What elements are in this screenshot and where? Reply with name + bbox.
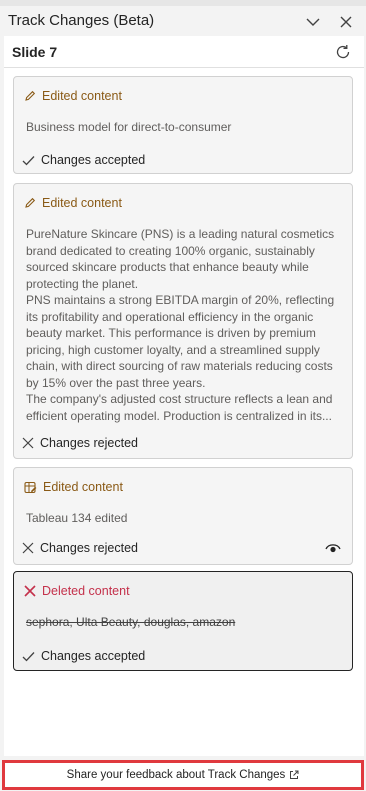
card-body: Tableau 134 edited	[26, 510, 346, 527]
track-changes-panel: Slide 7 Edited content Business model fo…	[4, 36, 364, 756]
card-body: PureNature Skincare (PNS) is a leading n…	[26, 226, 346, 424]
pane-title: Track Changes (Beta)	[8, 12, 155, 29]
card-status: Changes rejected	[22, 436, 138, 450]
eye-icon[interactable]	[324, 541, 342, 555]
change-card[interactable]: Edited content Tableau 134 edited Change…	[13, 467, 353, 565]
card-status-label: Changes accepted	[41, 153, 146, 167]
card-status-label: Changes rejected	[40, 541, 138, 555]
card-status-label: Changes rejected	[40, 436, 138, 450]
card-type-label: Edited content	[42, 196, 122, 210]
chevron-down-icon[interactable]	[303, 12, 323, 32]
card-status: Changes accepted	[22, 153, 145, 167]
pencil-icon	[25, 90, 36, 101]
card-type: Edited content	[24, 89, 122, 103]
card-body-text: Business model for direct-to-consumer	[26, 120, 232, 134]
change-card[interactable]: Edited content Business model for direct…	[13, 76, 353, 174]
dismiss-icon	[22, 542, 34, 554]
card-body: sephora, Ulta Beauty, douglas, amazon	[26, 614, 346, 631]
card-body-text: sephora, Ulta Beauty, douglas, amazon	[26, 615, 236, 629]
refresh-icon[interactable]	[334, 43, 352, 61]
card-type: Deleted content	[24, 584, 130, 598]
pane-header: Track Changes (Beta)	[0, 6, 366, 36]
change-card[interactable]: Deleted content sephora, Ulta Beauty, do…	[13, 571, 353, 671]
card-status-label: Changes accepted	[41, 649, 146, 663]
card-status: Changes accepted	[22, 649, 145, 663]
slide-header: Slide 7	[4, 36, 364, 68]
close-icon[interactable]	[336, 12, 356, 32]
dismiss-icon	[22, 437, 34, 449]
checkmark-icon	[22, 155, 35, 165]
pane-footer: Share your feedback about Track Changes	[0, 758, 366, 791]
card-type-label: Edited content	[42, 89, 122, 103]
feedback-label: Share your feedback about Track Changes	[66, 769, 286, 781]
card-body-paragraph: PureNature Skincare (PNS) is a leading n…	[26, 227, 335, 291]
feedback-link[interactable]: Share your feedback about Track Changes	[67, 769, 300, 781]
card-status: Changes rejected	[22, 541, 138, 555]
card-type-label: Deleted content	[42, 584, 130, 598]
card-body-paragraph: PNS maintains a strong EBITDA margin of …	[26, 293, 335, 390]
feedback-highlight: Share your feedback about Track Changes	[2, 760, 364, 790]
card-body-text: Tableau 134 edited	[26, 511, 128, 525]
card-body-paragraph: The company's adjusted cost structure re…	[26, 392, 333, 423]
checkmark-icon	[22, 651, 35, 661]
slide-title: Slide 7	[12, 44, 58, 60]
pencil-icon	[25, 197, 36, 208]
delete-x-icon	[24, 585, 36, 597]
card-body: Business model for direct-to-consumer	[26, 119, 346, 136]
card-type-label: Edited content	[43, 480, 123, 494]
table-edit-icon	[24, 481, 37, 493]
change-card[interactable]: Edited content PureNature Skincare (PNS)…	[13, 183, 353, 459]
card-type: Edited content	[24, 196, 122, 210]
card-type: Edited content	[24, 480, 123, 494]
open-external-icon	[290, 770, 299, 779]
